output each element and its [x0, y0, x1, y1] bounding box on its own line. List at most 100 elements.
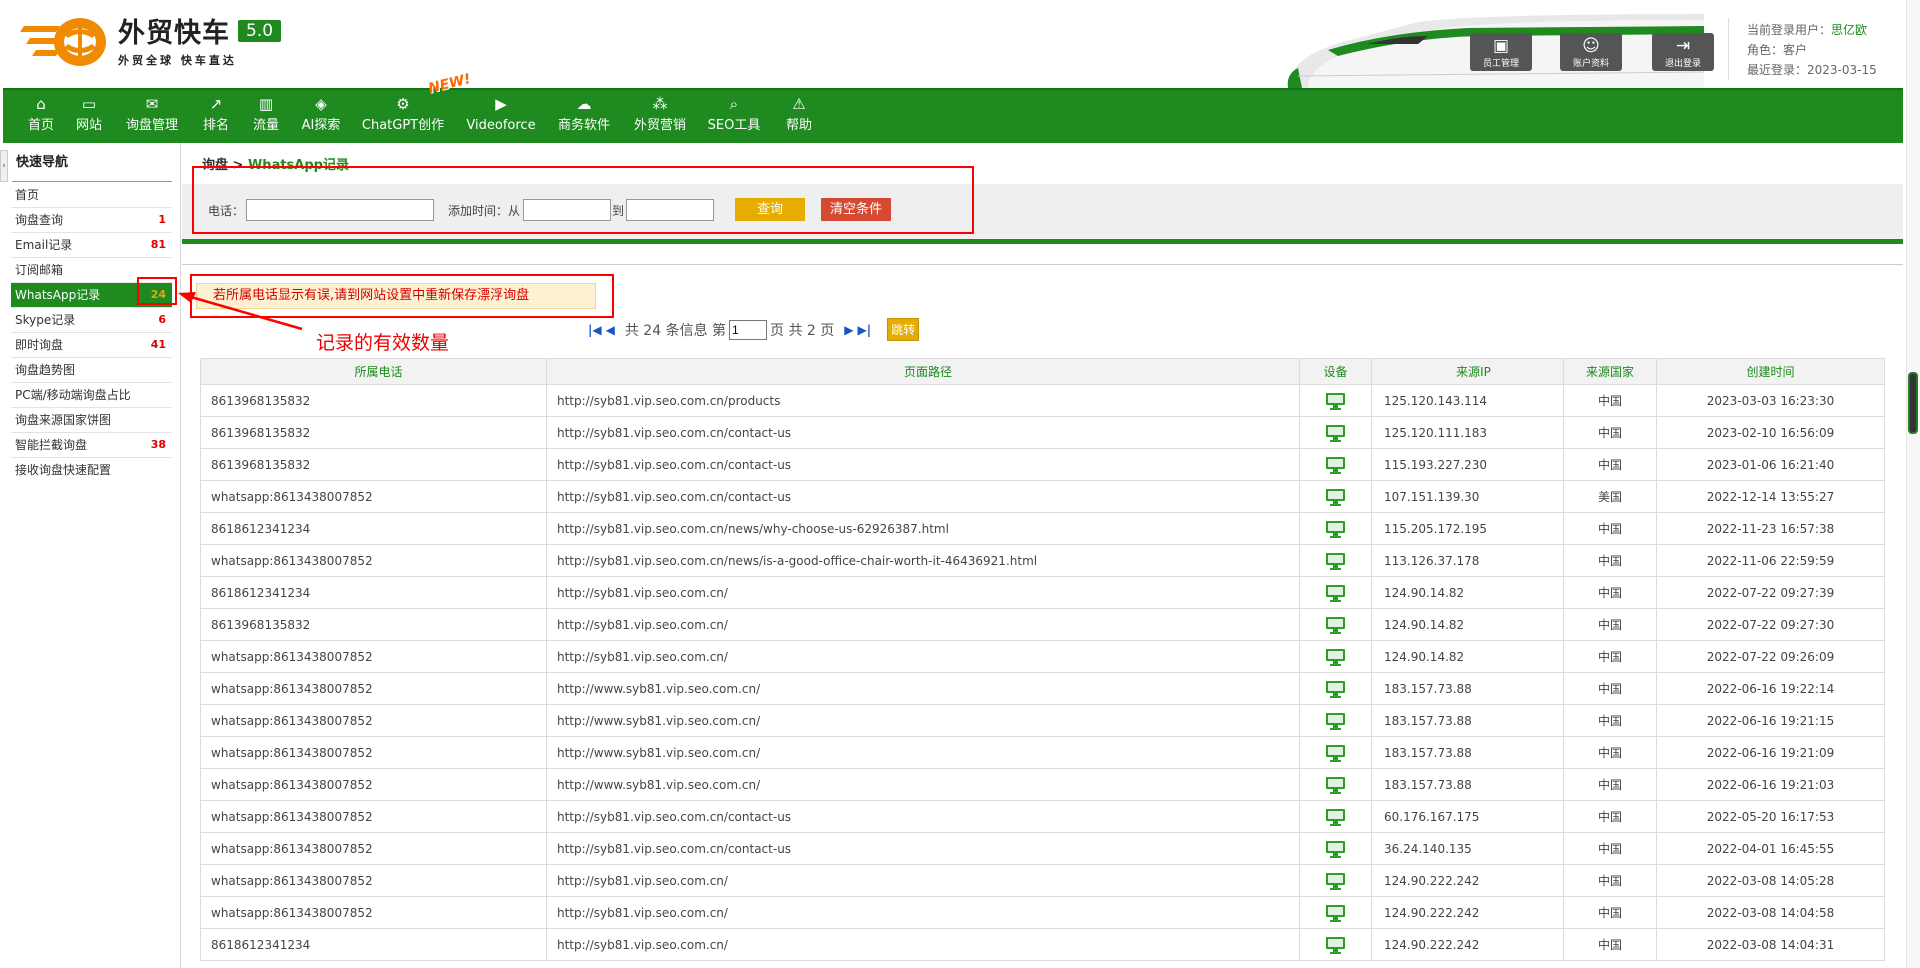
sidebar-item-count: 81 — [150, 238, 166, 251]
prev-page-icon[interactable]: ◀ — [606, 323, 615, 337]
sidebar-item-label: 接收询盘快速配置 — [15, 463, 112, 477]
cell-created-time: 2022-07-22 09:27:30 — [1656, 608, 1885, 641]
nav-business-software[interactable]: ☁ 商务软件 — [553, 90, 615, 145]
cell-page-path[interactable]: http://syb81.vip.seo.com.cn/ — [546, 608, 1300, 641]
sidebar-item-inquiry-trend[interactable]: 询盘趋势图 — [11, 358, 172, 383]
sidebar-item-label: Skype记录 — [15, 313, 76, 327]
sidebar-item-email-records[interactable]: Email记录 81 — [11, 233, 172, 258]
page-number-input[interactable] — [729, 319, 768, 340]
table-row: 8613968135832 http://syb81.vip.seo.com.cn… — [200, 384, 1885, 417]
sidebar-title: 快速导航 — [16, 155, 69, 170]
nav-ranking[interactable]: ↗ 排名 — [198, 90, 234, 145]
cell-created-time: 2022-06-16 19:21:03 — [1656, 768, 1885, 801]
next-page-icon[interactable]: ▶ — [844, 323, 853, 337]
cell-phone: whatsapp:8613438007852 — [200, 768, 547, 801]
cell-device — [1299, 736, 1372, 769]
nav-seo-tools[interactable]: ⌕ SEO工具 — [703, 90, 765, 145]
pagination: |◀ ◀ 共 24 条信息 第 页 共 2 页 ▶ ▶| 跳转 — [586, 318, 920, 341]
logo-title: 外贸快车 — [118, 18, 230, 49]
cell-page-path[interactable]: http://syb81.vip.seo.com.cn/news/why-cho… — [546, 512, 1300, 545]
help-icon: ⚠ — [792, 95, 806, 113]
nav-ai-explore[interactable]: ◈ AI探索 — [298, 90, 344, 145]
nav-traffic[interactable]: ▥ 流量 — [248, 90, 284, 145]
cell-page-path[interactable]: http://syb81.vip.seo.com.cn/contact-us — [546, 832, 1300, 865]
sidebar-item-quick-config[interactable]: 接收询盘快速配置 — [11, 458, 172, 483]
page-scrollbar-thumb[interactable] — [1908, 372, 1918, 434]
cell-device — [1299, 416, 1372, 449]
sidebar-item-country-pie[interactable]: 询盘来源国家饼图 — [11, 408, 172, 433]
annotation-text: 记录的有效数量 — [316, 332, 450, 354]
sidebar-item-count: 41 — [150, 338, 166, 351]
table-row: whatsapp:8613438007852 http://www.syb81.v… — [200, 672, 1885, 705]
cell-page-path[interactable]: http://www.syb81.vip.seo.com.cn/ — [546, 768, 1300, 801]
nav-chatgpt[interactable]: ⚙ ChatGPT创作 — [360, 90, 446, 145]
table-body: 8613968135832 http://syb81.vip.seo.com.cn… — [200, 384, 1885, 961]
cell-phone: whatsapp:8613438007852 — [200, 480, 547, 513]
cell-page-path[interactable]: http://syb81.vip.seo.com.cn/products — [546, 384, 1300, 417]
cell-page-path[interactable]: http://syb81.vip.seo.com.cn/contact-us — [546, 448, 1300, 481]
logo-slogan: 外贸全球 快车直达 — [118, 54, 237, 67]
sidebar-item-skype-records[interactable]: Skype记录 6 — [11, 308, 172, 333]
desktop-pc-icon — [1326, 904, 1345, 922]
cell-phone: 8613968135832 — [200, 416, 547, 449]
cell-phone: whatsapp:8613438007852 — [200, 672, 547, 705]
nav-home[interactable]: ⌂ 首页 — [23, 90, 59, 145]
cell-page-path[interactable]: http://syb81.vip.seo.com.cn/ — [546, 640, 1300, 673]
nav-help[interactable]: ⚠ 帮助 — [781, 90, 817, 145]
nav-inquiry-management[interactable]: ✉ 询盘管理 — [121, 90, 183, 145]
cell-phone: whatsapp:8613438007852 — [200, 832, 547, 865]
cell-page-path[interactable]: http://syb81.vip.seo.com.cn/ — [546, 864, 1300, 897]
cell-page-path[interactable]: http://syb81.vip.seo.com.cn/ — [546, 576, 1300, 609]
sidebar-item-home[interactable]: 首页 — [11, 183, 172, 208]
current-user-name[interactable]: 思亿欧 — [1831, 23, 1867, 37]
cell-page-path[interactable]: http://syb81.vip.seo.com.cn/contact-us — [546, 416, 1300, 449]
cell-page-path[interactable]: http://syb81.vip.seo.com.cn/contact-us — [546, 480, 1300, 513]
last-page-icon[interactable]: ▶| — [858, 323, 872, 337]
sidebar-item-device-ratio[interactable]: PC端/移动端询盘占比 — [11, 383, 172, 408]
logout-button[interactable]: ⇥ 退出登录 — [1652, 33, 1714, 71]
cell-source-ip: 113.126.37.178 — [1371, 544, 1564, 577]
version-badge: 5.0 — [238, 20, 282, 42]
nav-business-software-label: 商务软件 — [557, 118, 610, 133]
cell-source-country: 中国 — [1563, 736, 1657, 769]
cell-page-path[interactable]: http://www.syb81.vip.seo.com.cn/ — [546, 672, 1300, 705]
cell-device — [1299, 544, 1372, 577]
cell-source-country: 中国 — [1563, 640, 1657, 673]
cell-page-path[interactable]: http://syb81.vip.seo.com.cn/ — [546, 928, 1300, 961]
cell-created-time: 2022-03-08 14:05:28 — [1656, 864, 1885, 897]
nav-foreign-marketing[interactable]: ⁂ 外贸营销 — [629, 90, 691, 145]
cell-page-path[interactable]: http://www.syb81.vip.seo.com.cn/ — [546, 736, 1300, 769]
sidebar-item-count: 38 — [150, 438, 166, 451]
cell-page-path[interactable]: http://syb81.vip.seo.com.cn/news/is-a-go… — [546, 544, 1300, 577]
cell-created-time: 2022-06-16 19:22:14 — [1656, 672, 1885, 705]
cell-source-country: 中国 — [1563, 384, 1657, 417]
cell-phone: whatsapp:8613438007852 — [200, 544, 547, 577]
cell-phone: whatsapp:8613438007852 — [200, 704, 547, 737]
cell-created-time: 2022-06-16 19:21:09 — [1656, 736, 1885, 769]
desktop-pc-icon — [1326, 488, 1345, 506]
cell-page-path[interactable]: http://syb81.vip.seo.com.cn/contact-us — [546, 800, 1300, 833]
nav-foreign-marketing-label: 外贸营销 — [633, 118, 686, 133]
cell-device — [1299, 896, 1372, 929]
sidebar-item-count: 6 — [158, 313, 166, 326]
table-row: whatsapp:8613438007852 http://syb81.vip.s… — [200, 640, 1885, 673]
logo[interactable]: 外贸快车 5.0 外贸全球 快车直达 — [20, 14, 282, 72]
sidebar-collapse-toggle[interactable]: ‹ — [0, 150, 8, 182]
jump-button[interactable]: 跳转 — [887, 318, 920, 341]
cell-device — [1299, 480, 1372, 513]
nav-website[interactable]: ▭ 网站 — [71, 90, 107, 145]
last-login-label: 最近登录： — [1747, 63, 1808, 77]
cell-device — [1299, 864, 1372, 897]
cell-page-path[interactable]: http://syb81.vip.seo.com.cn/ — [546, 896, 1300, 929]
sidebar-item-instant-inquiry[interactable]: 即时询盘 41 — [11, 333, 172, 358]
staff-management-button[interactable]: ▣ 员工管理 — [1470, 33, 1532, 71]
cell-source-country: 中国 — [1563, 512, 1657, 545]
cell-page-path[interactable]: http://www.syb81.vip.seo.com.cn/ — [546, 704, 1300, 737]
page-scrollbar[interactable] — [1906, 0, 1920, 968]
nav-videoforce[interactable]: ▶ Videoforce — [465, 90, 537, 145]
account-info-button[interactable]: ☺ 账户资料 — [1560, 33, 1622, 71]
first-page-icon[interactable]: |◀ — [588, 323, 602, 337]
sidebar-item-inquiry-query[interactable]: 询盘查询 1 — [11, 208, 172, 233]
sidebar-item-smart-intercept[interactable]: 智能拦截询盘 38 — [11, 433, 172, 458]
cell-source-ip: 60.176.167.175 — [1371, 800, 1564, 833]
